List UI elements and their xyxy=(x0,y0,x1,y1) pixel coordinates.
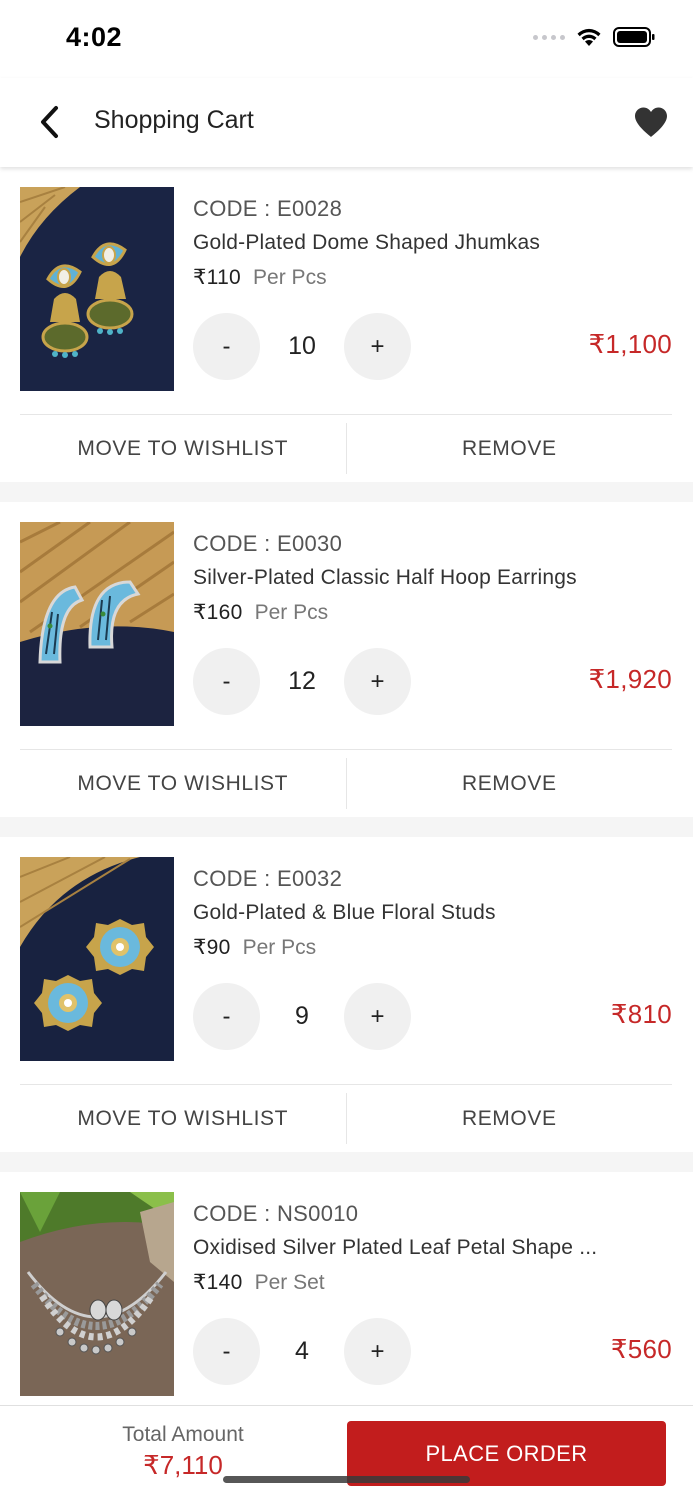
status-time: 4:02 xyxy=(66,22,123,52)
decrease-quantity-button[interactable]: - xyxy=(193,648,260,715)
product-image[interactable] xyxy=(20,1192,174,1396)
unit-price: ₹110 xyxy=(193,266,242,289)
product-image[interactable] xyxy=(20,187,174,391)
chevron-left-icon xyxy=(41,106,58,138)
cart-item: CODE : NS0010 Oxidised Silver Plated Lea… xyxy=(0,1172,693,1405)
cart-item: CODE : E0032 Gold-Plated & Blue Floral S… xyxy=(0,837,693,1152)
status-icons xyxy=(533,26,655,48)
wifi-icon xyxy=(577,28,601,46)
unit-price: ₹160 xyxy=(193,601,243,624)
product-name[interactable]: Silver-Plated Classic Half Hoop Earrings xyxy=(193,566,577,590)
heart-icon xyxy=(635,107,667,137)
remove-button[interactable]: REMOVE xyxy=(347,750,673,817)
back-button[interactable] xyxy=(30,102,68,142)
cart-list[interactable]: CODE : E0028 Gold-Plated Dome Shaped Jhu… xyxy=(0,167,693,1405)
quantity-value: 9 xyxy=(295,1002,309,1030)
total-label: Total Amount xyxy=(122,1423,244,1446)
price-unit: Per Pcs xyxy=(253,266,327,289)
wishlist-button[interactable] xyxy=(631,102,671,142)
item-actions: MOVE TO WISHLIST REMOVE xyxy=(20,414,672,482)
product-code: CODE : E0030 xyxy=(193,531,343,556)
line-total: ₹810 xyxy=(610,999,672,1029)
increase-quantity-button[interactable]: + xyxy=(344,1318,411,1385)
remove-button[interactable]: REMOVE xyxy=(347,1085,673,1152)
increase-quantity-button[interactable]: + xyxy=(344,983,411,1050)
move-to-wishlist-button[interactable]: MOVE TO WISHLIST xyxy=(20,750,346,817)
battery-icon xyxy=(613,27,655,47)
quantity-value: 10 xyxy=(288,332,316,360)
product-image[interactable] xyxy=(20,857,174,1061)
unit-price: ₹140 xyxy=(193,1271,243,1294)
cellular-signal-icon xyxy=(533,34,565,40)
price-unit: Per Set xyxy=(254,1271,325,1294)
quantity-value: 12 xyxy=(288,667,316,695)
product-code: CODE : E0028 xyxy=(193,196,343,221)
status-bar: 4:02 xyxy=(0,0,693,78)
move-to-wishlist-button[interactable]: MOVE TO WISHLIST xyxy=(20,415,346,482)
item-actions: MOVE TO WISHLIST REMOVE xyxy=(20,749,672,817)
page-title: Shopping Cart xyxy=(94,106,254,134)
product-code: CODE : E0032 xyxy=(193,866,343,891)
product-code: CODE : NS0010 xyxy=(193,1201,359,1226)
product-name[interactable]: Gold-Plated Dome Shaped Jhumkas xyxy=(193,231,540,255)
product-image[interactable] xyxy=(20,522,174,726)
unit-price: ₹90 xyxy=(193,936,231,959)
decrease-quantity-button[interactable]: - xyxy=(193,1318,260,1385)
line-total: ₹560 xyxy=(610,1334,672,1364)
line-total: ₹1,100 xyxy=(588,329,672,359)
cart-item: CODE : E0030 Silver-Plated Classic Half … xyxy=(0,502,693,817)
line-total: ₹1,920 xyxy=(588,664,672,694)
price-unit: Per Pcs xyxy=(242,936,317,959)
cart-item: CODE : E0028 Gold-Plated Dome Shaped Jhu… xyxy=(0,167,693,482)
product-name[interactable]: Gold-Plated & Blue Floral Studs xyxy=(193,901,496,925)
quantity-value: 4 xyxy=(295,1337,309,1365)
increase-quantity-button[interactable]: + xyxy=(344,313,411,380)
item-actions: MOVE TO WISHLIST REMOVE xyxy=(20,1084,672,1152)
home-indicator[interactable] xyxy=(223,1476,470,1483)
price-unit: Per Pcs xyxy=(254,601,329,624)
checkout-bar: Total Amount ₹7,110 PLACE ORDER xyxy=(0,1405,693,1500)
remove-button[interactable]: REMOVE xyxy=(347,415,673,482)
increase-quantity-button[interactable]: + xyxy=(344,648,411,715)
decrease-quantity-button[interactable]: - xyxy=(193,983,260,1050)
move-to-wishlist-button[interactable]: MOVE TO WISHLIST xyxy=(20,1085,346,1152)
app-header: Shopping Cart xyxy=(0,78,693,167)
product-name[interactable]: Oxidised Silver Plated Leaf Petal Shape … xyxy=(193,1236,597,1260)
decrease-quantity-button[interactable]: - xyxy=(193,313,260,380)
